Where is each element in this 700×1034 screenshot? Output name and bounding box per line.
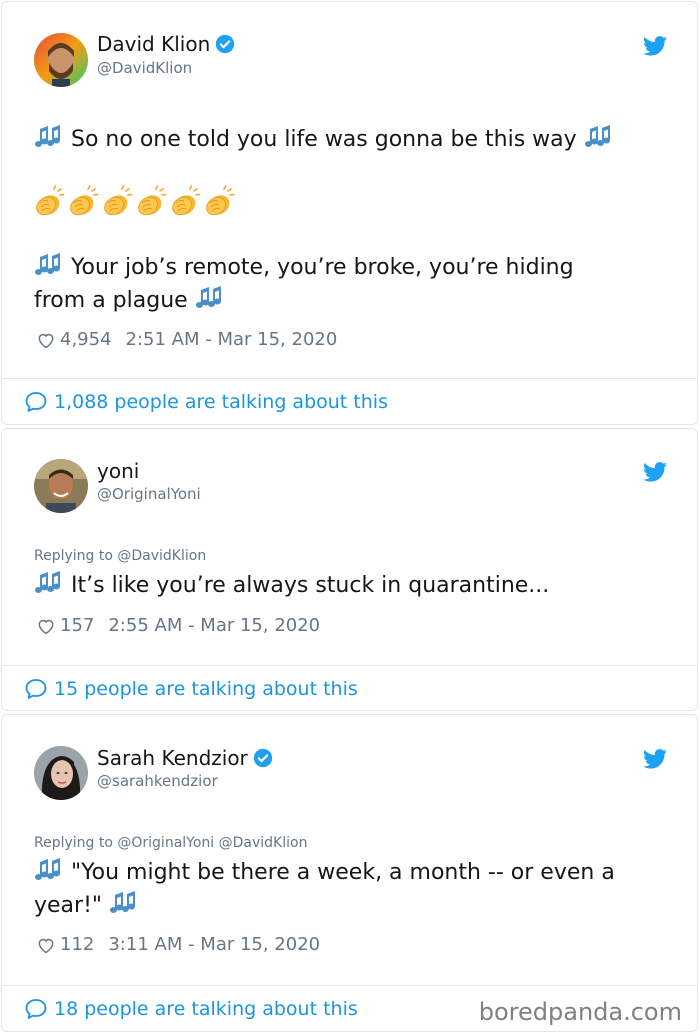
musical-notes-icon (35, 571, 61, 594)
talking-text[interactable]: 1,088 people are talking about this (54, 391, 388, 413)
clapping-hands-icon (138, 185, 167, 216)
talking-link[interactable]: 18 people are talking about this (24, 997, 358, 1021)
musical-notes-icon (35, 858, 61, 881)
avatar[interactable] (34, 746, 88, 800)
tweet-text-line-1: "You might be there a week, a month -- o… (34, 856, 669, 922)
verified-badge-icon (216, 34, 235, 54)
clapping-hands-icon (36, 185, 65, 216)
divider (2, 985, 697, 986)
clap-row (32, 185, 236, 219)
speech-bubble-icon (25, 392, 47, 412)
tweet-text: So no one told you life was gonna be thi… (71, 127, 577, 152)
musical-notes-icon (35, 125, 61, 148)
tweet-text: It’s like you’re always stuck in quarant… (71, 573, 550, 598)
talking-link[interactable]: 15 people are talking about this (24, 677, 358, 701)
author-name[interactable]: Sarah Kendzior (97, 746, 248, 770)
reply-to[interactable]: Replying to @OriginalYoni @DavidKlion (34, 835, 307, 851)
tweet-meta: 4,954 2:51 AM - Mar 15, 2020 (36, 329, 337, 350)
like-count[interactable]: 112 (60, 934, 94, 955)
tweet-text: year!" (34, 893, 103, 918)
clapping-hands-icon (104, 185, 133, 216)
timestamp[interactable]: 3:11 AM - Mar 15, 2020 (108, 934, 320, 955)
author-handle[interactable]: @DavidKlion (97, 59, 192, 77)
heart-icon[interactable] (36, 330, 56, 350)
author-name[interactable]: yoni (97, 459, 139, 483)
tweet-card-3: Sarah Kendzior @sarahkendzior Replying t… (1, 714, 698, 1032)
clapping-hands-icon (206, 185, 235, 216)
talking-link[interactable]: 1,088 people are talking about this (24, 390, 388, 414)
clapping-hands-icon (70, 185, 99, 216)
author-handle[interactable]: @sarahkendzior (97, 772, 218, 790)
avatar[interactable] (34, 33, 88, 87)
like-count[interactable]: 157 (60, 615, 94, 636)
tweet-text-line-2: Your job’s remote, you’re broke, you’re … (34, 251, 669, 317)
tweet-text-line-1: It’s like you’re always stuck in quarant… (34, 569, 669, 602)
watermark: boredpanda.com (478, 998, 682, 1026)
twitter-bird-icon[interactable] (643, 462, 667, 482)
avatar[interactable] (34, 459, 88, 513)
timestamp[interactable]: 2:55 AM - Mar 15, 2020 (108, 615, 320, 636)
musical-notes-icon (35, 253, 61, 276)
heart-icon[interactable] (36, 935, 56, 955)
tweet-meta: 112 3:11 AM - Mar 15, 2020 (36, 934, 320, 955)
like-count[interactable]: 4,954 (60, 329, 112, 350)
author-row: yoni (97, 459, 139, 483)
twitter-bird-icon[interactable] (643, 36, 667, 56)
twitter-bird-icon[interactable] (643, 749, 667, 769)
speech-bubble-icon (25, 679, 47, 699)
author-row: Sarah Kendzior (97, 746, 273, 770)
tweet-card-2: yoni @OriginalYoni Replying to @DavidKli… (1, 428, 698, 711)
tweet-text: "You might be there a week, a month -- o… (71, 860, 615, 885)
tweet-text-line-1: So no one told you life was gonna be thi… (34, 123, 669, 156)
tweet-card-1: David Klion @DavidKlion So no one told y… (1, 1, 698, 425)
timestamp[interactable]: 2:51 AM - Mar 15, 2020 (126, 329, 338, 350)
musical-notes-icon (195, 286, 221, 309)
clapping-hands-icon (172, 185, 201, 216)
divider (2, 378, 697, 379)
reply-to[interactable]: Replying to @DavidKlion (34, 548, 206, 564)
musical-notes-icon (110, 891, 136, 914)
tweet-text: Your job’s remote, you’re broke, you’re … (71, 255, 574, 280)
author-row: David Klion (97, 32, 235, 56)
speech-bubble-icon (25, 999, 47, 1019)
tweet-meta: 157 2:55 AM - Mar 15, 2020 (36, 615, 320, 636)
talking-text[interactable]: 18 people are talking about this (54, 998, 358, 1020)
tweet-text: from a plague (34, 288, 188, 313)
author-handle[interactable]: @OriginalYoni (97, 485, 201, 503)
musical-notes-icon (584, 125, 610, 148)
heart-icon[interactable] (36, 616, 56, 636)
author-name[interactable]: David Klion (97, 32, 210, 56)
verified-badge-icon (253, 748, 272, 768)
talking-text[interactable]: 15 people are talking about this (54, 678, 358, 700)
divider (2, 665, 697, 666)
